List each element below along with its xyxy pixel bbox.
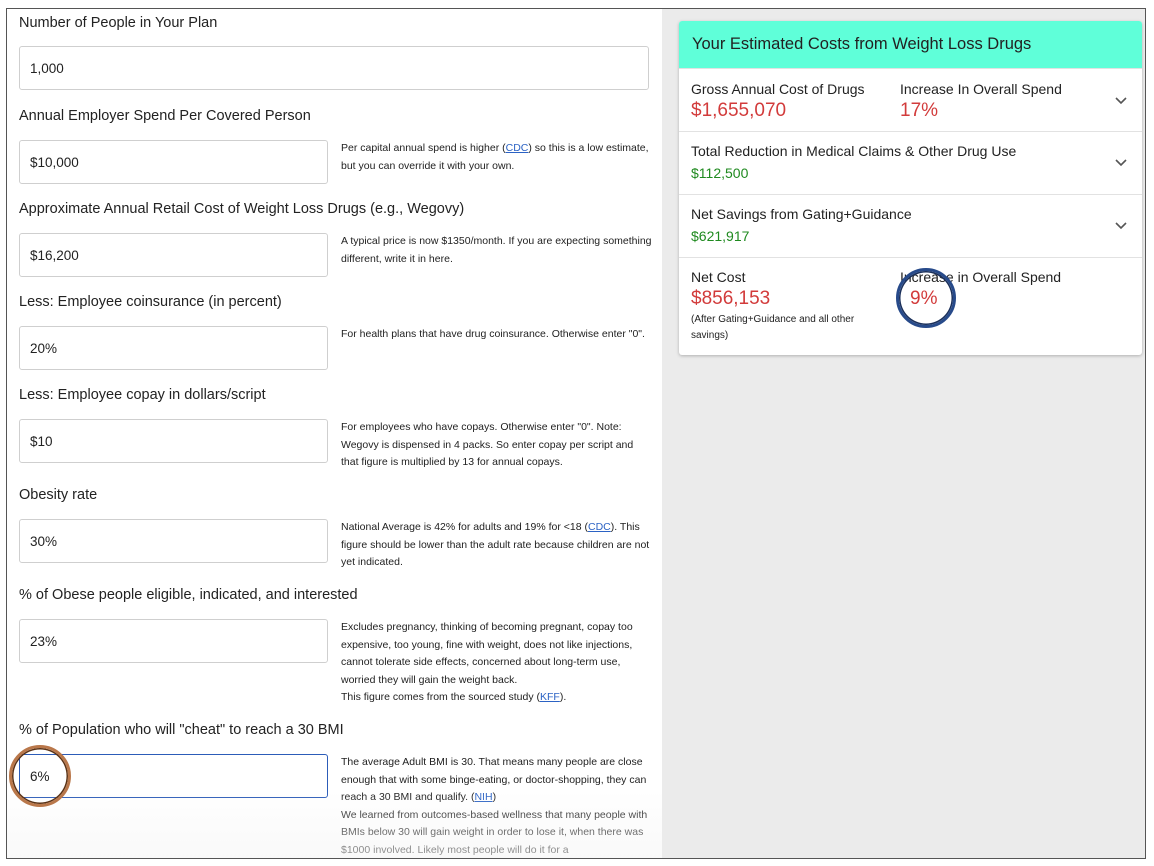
reduction-row[interactable]: Total Reduction in Medical Claims & Othe… — [679, 131, 1142, 194]
highlight-circle — [9, 745, 71, 807]
reduction-value: $112,500 — [691, 165, 749, 181]
net-cost-value: $856,153 — [691, 288, 771, 309]
gross-cost-label: Gross Annual Cost of Drugs — [691, 81, 865, 97]
nih-link[interactable]: NIH — [474, 791, 492, 803]
drug-cost-note: A typical price is now $1350/month. If y… — [341, 235, 652, 265]
chevron-down-icon[interactable] — [1114, 156, 1128, 170]
copay-note: For employees who have copays. Otherwise… — [341, 421, 634, 468]
coinsurance-note: For health plans that have drug coinsura… — [341, 328, 645, 340]
obesity-input[interactable]: 30% — [19, 519, 328, 563]
app-frame: Number of People in Your Plan 1,000 Annu… — [6, 8, 1146, 859]
drug-cost-label: Approximate Annual Retail Cost of Weight… — [19, 201, 465, 217]
people-label: Number of People in Your Plan — [19, 15, 218, 31]
spend-input[interactable]: $10,000 — [19, 140, 328, 184]
net-cost-row: Net Cost $856,153 (After Gating+Guidance… — [679, 257, 1142, 355]
kff-link[interactable]: KFF — [540, 691, 560, 703]
net-cost-label: Net Cost — [691, 269, 746, 285]
increase-spend-label: Increase In Overall Spend — [900, 81, 1062, 97]
cdc-link[interactable]: CDC — [506, 142, 529, 154]
spend-note: Per capital annual spend is higher (CDC)… — [341, 142, 649, 172]
highlight-circle — [896, 268, 956, 328]
drug-cost-input[interactable]: $16,200 — [19, 233, 328, 277]
gross-cost-row[interactable]: Gross Annual Cost of Drugs $1,655,070 In… — [679, 68, 1142, 131]
obesity-label: Obesity rate — [19, 487, 98, 503]
copay-label: Less: Employee copay in dollars/script — [19, 387, 266, 403]
results-panel: Your Estimated Costs from Weight Loss Dr… — [662, 9, 1145, 858]
savings-row[interactable]: Net Savings from Gating+Guidance $621,91… — [679, 194, 1142, 257]
savings-label: Net Savings from Gating+Guidance — [691, 206, 912, 222]
net-cost-note: (After Gating+Guidance and all other sav… — [691, 314, 855, 341]
cheat-label: % of Population who will "cheat" to reac… — [19, 722, 344, 738]
copay-input[interactable]: $10 — [19, 419, 328, 463]
results-header: Your Estimated Costs from Weight Loss Dr… — [679, 21, 1142, 68]
reduction-label: Total Reduction in Medical Claims & Othe… — [691, 143, 1017, 159]
calculator-form: Number of People in Your Plan 1,000 Annu… — [7, 9, 662, 858]
gross-cost-value: $1,655,070 — [691, 100, 787, 121]
people-input[interactable]: 1,000 — [19, 46, 649, 90]
coinsurance-input[interactable]: 20% — [19, 326, 328, 370]
cheat-note: The average Adult BMI is 30. That means … — [341, 756, 648, 856]
coinsurance-label: Less: Employee coinsurance (in percent) — [19, 294, 282, 310]
results-card: Your Estimated Costs from Weight Loss Dr… — [679, 21, 1142, 355]
spend-label: Annual Employer Spend Per Covered Person — [19, 108, 311, 124]
increase-spend-value: 17% — [900, 100, 939, 121]
chevron-down-icon[interactable] — [1114, 94, 1128, 108]
eligible-input[interactable]: 23% — [19, 619, 328, 663]
cdc-link[interactable]: CDC — [588, 521, 611, 533]
eligible-note: Excludes pregnancy, thinking of becoming… — [341, 621, 633, 703]
chevron-down-icon[interactable] — [1114, 219, 1128, 233]
savings-value: $621,917 — [691, 228, 750, 244]
obesity-note: National Average is 42% for adults and 1… — [341, 521, 650, 568]
eligible-label: % of Obese people eligible, indicated, a… — [19, 587, 358, 603]
